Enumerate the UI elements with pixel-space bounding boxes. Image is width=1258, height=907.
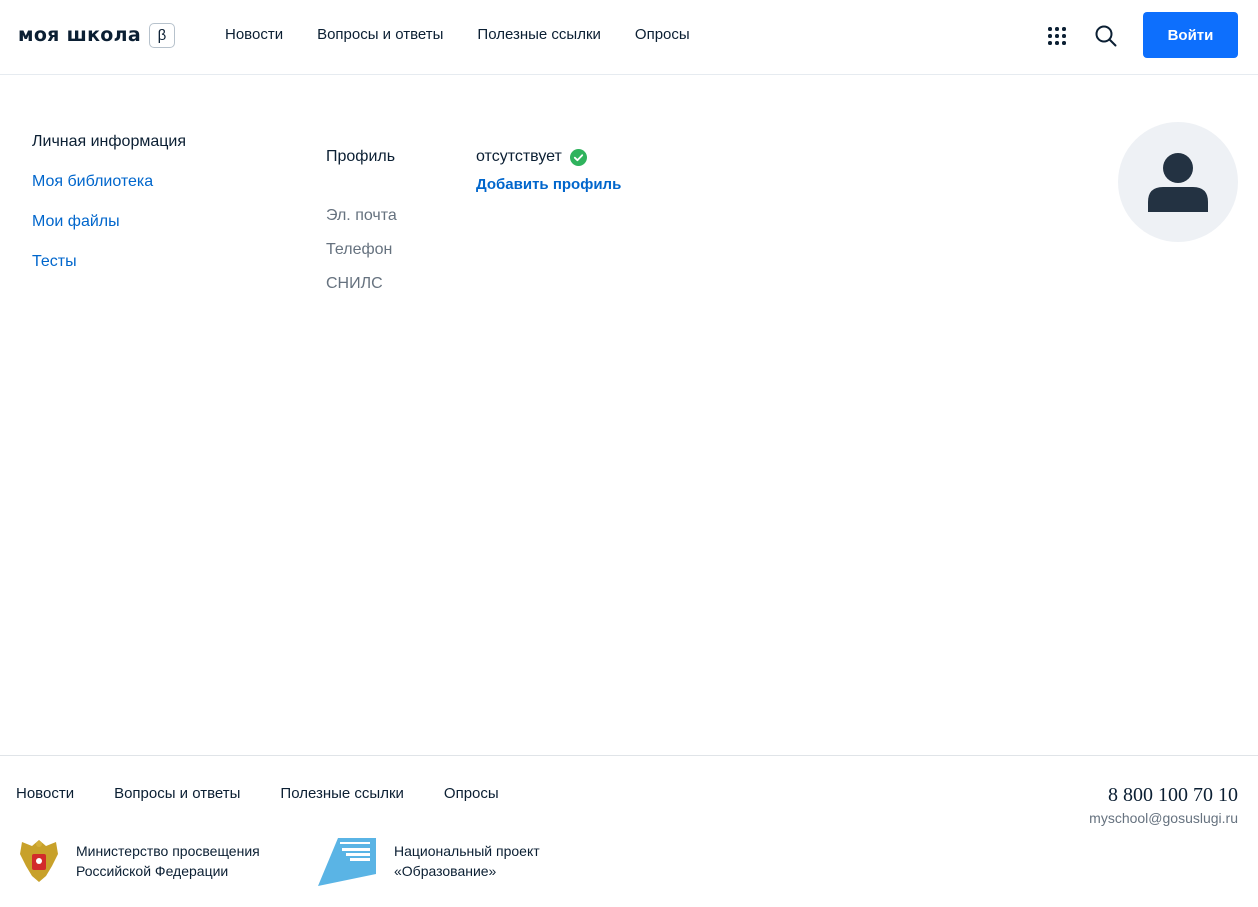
ministry-name-line2: Российской Федерации [76,863,229,879]
site-header: моя школа β Новости Вопросы и ответы Пол… [0,0,1258,75]
footer-nav-faq[interactable]: Вопросы и ответы [114,784,240,804]
profile-sidebar: Личная информация Моя библиотека Мои фай… [32,132,186,292]
ministry-name-line1: Министерство просвещения [76,843,260,859]
nav-links[interactable]: Полезные ссылки [477,25,601,45]
sidebar-item-tests[interactable]: Тесты [32,252,186,292]
ministry-name: Министерство просвещения Российской Феде… [76,841,260,881]
footer-nav: Новости Вопросы и ответы Полезные ссылки… [16,784,539,804]
footer-nav-polls[interactable]: Опросы [444,784,499,804]
footer-nav-links[interactable]: Полезные ссылки [280,784,404,804]
nav-faq[interactable]: Вопросы и ответы [317,25,443,45]
sidebar-item-library[interactable]: Моя библиотека [32,172,186,212]
profile-status: отсутствует [476,148,587,166]
sidebar-item-personal-info[interactable]: Личная информация [32,132,186,172]
nav-news[interactable]: Новости [225,25,283,45]
add-profile-link[interactable]: Добавить профиль [476,176,621,193]
logo-text: моя школа [18,24,141,46]
footer-nav-news[interactable]: Новости [16,784,74,804]
national-project-logo-icon [318,838,376,886]
ministry-block[interactable]: Министерство просвещения Российской Феде… [16,836,260,886]
project-name-line1: Национальный проект [394,843,540,859]
nav-polls[interactable]: Опросы [635,25,690,45]
search-icon[interactable] [1094,24,1118,48]
check-circle-icon [569,148,587,166]
phone-label: Телефон [326,241,393,258]
main-nav: Новости Вопросы и ответы Полезные ссылки… [225,25,724,45]
coat-of-arms-icon [20,840,58,882]
login-button[interactable]: Войти [1143,12,1238,58]
email-label: Эл. почта [326,207,397,224]
profile-status-text: отсутствует [476,148,562,165]
site-footer: Новости Вопросы и ответы Полезные ссылки… [0,755,1258,907]
profile-label: Профиль [326,148,396,165]
sidebar-item-files[interactable]: Мои файлы [32,212,186,252]
snils-label: СНИЛС [326,275,383,292]
support-phone[interactable]: 8 800 100 70 10 [1108,784,1238,807]
project-block[interactable]: Национальный проект «Образование» [318,836,540,886]
apps-grid-icon[interactable] [1046,25,1068,47]
user-icon [1148,153,1208,212]
project-name-line2: «Образование» [394,863,497,879]
avatar[interactable] [1118,122,1238,242]
beta-badge: β [148,22,175,48]
site-logo[interactable]: моя школа β [18,22,175,48]
project-name: Национальный проект «Образование» [394,841,540,881]
support-email[interactable]: myschool@gosuslugi.ru [1089,810,1238,826]
